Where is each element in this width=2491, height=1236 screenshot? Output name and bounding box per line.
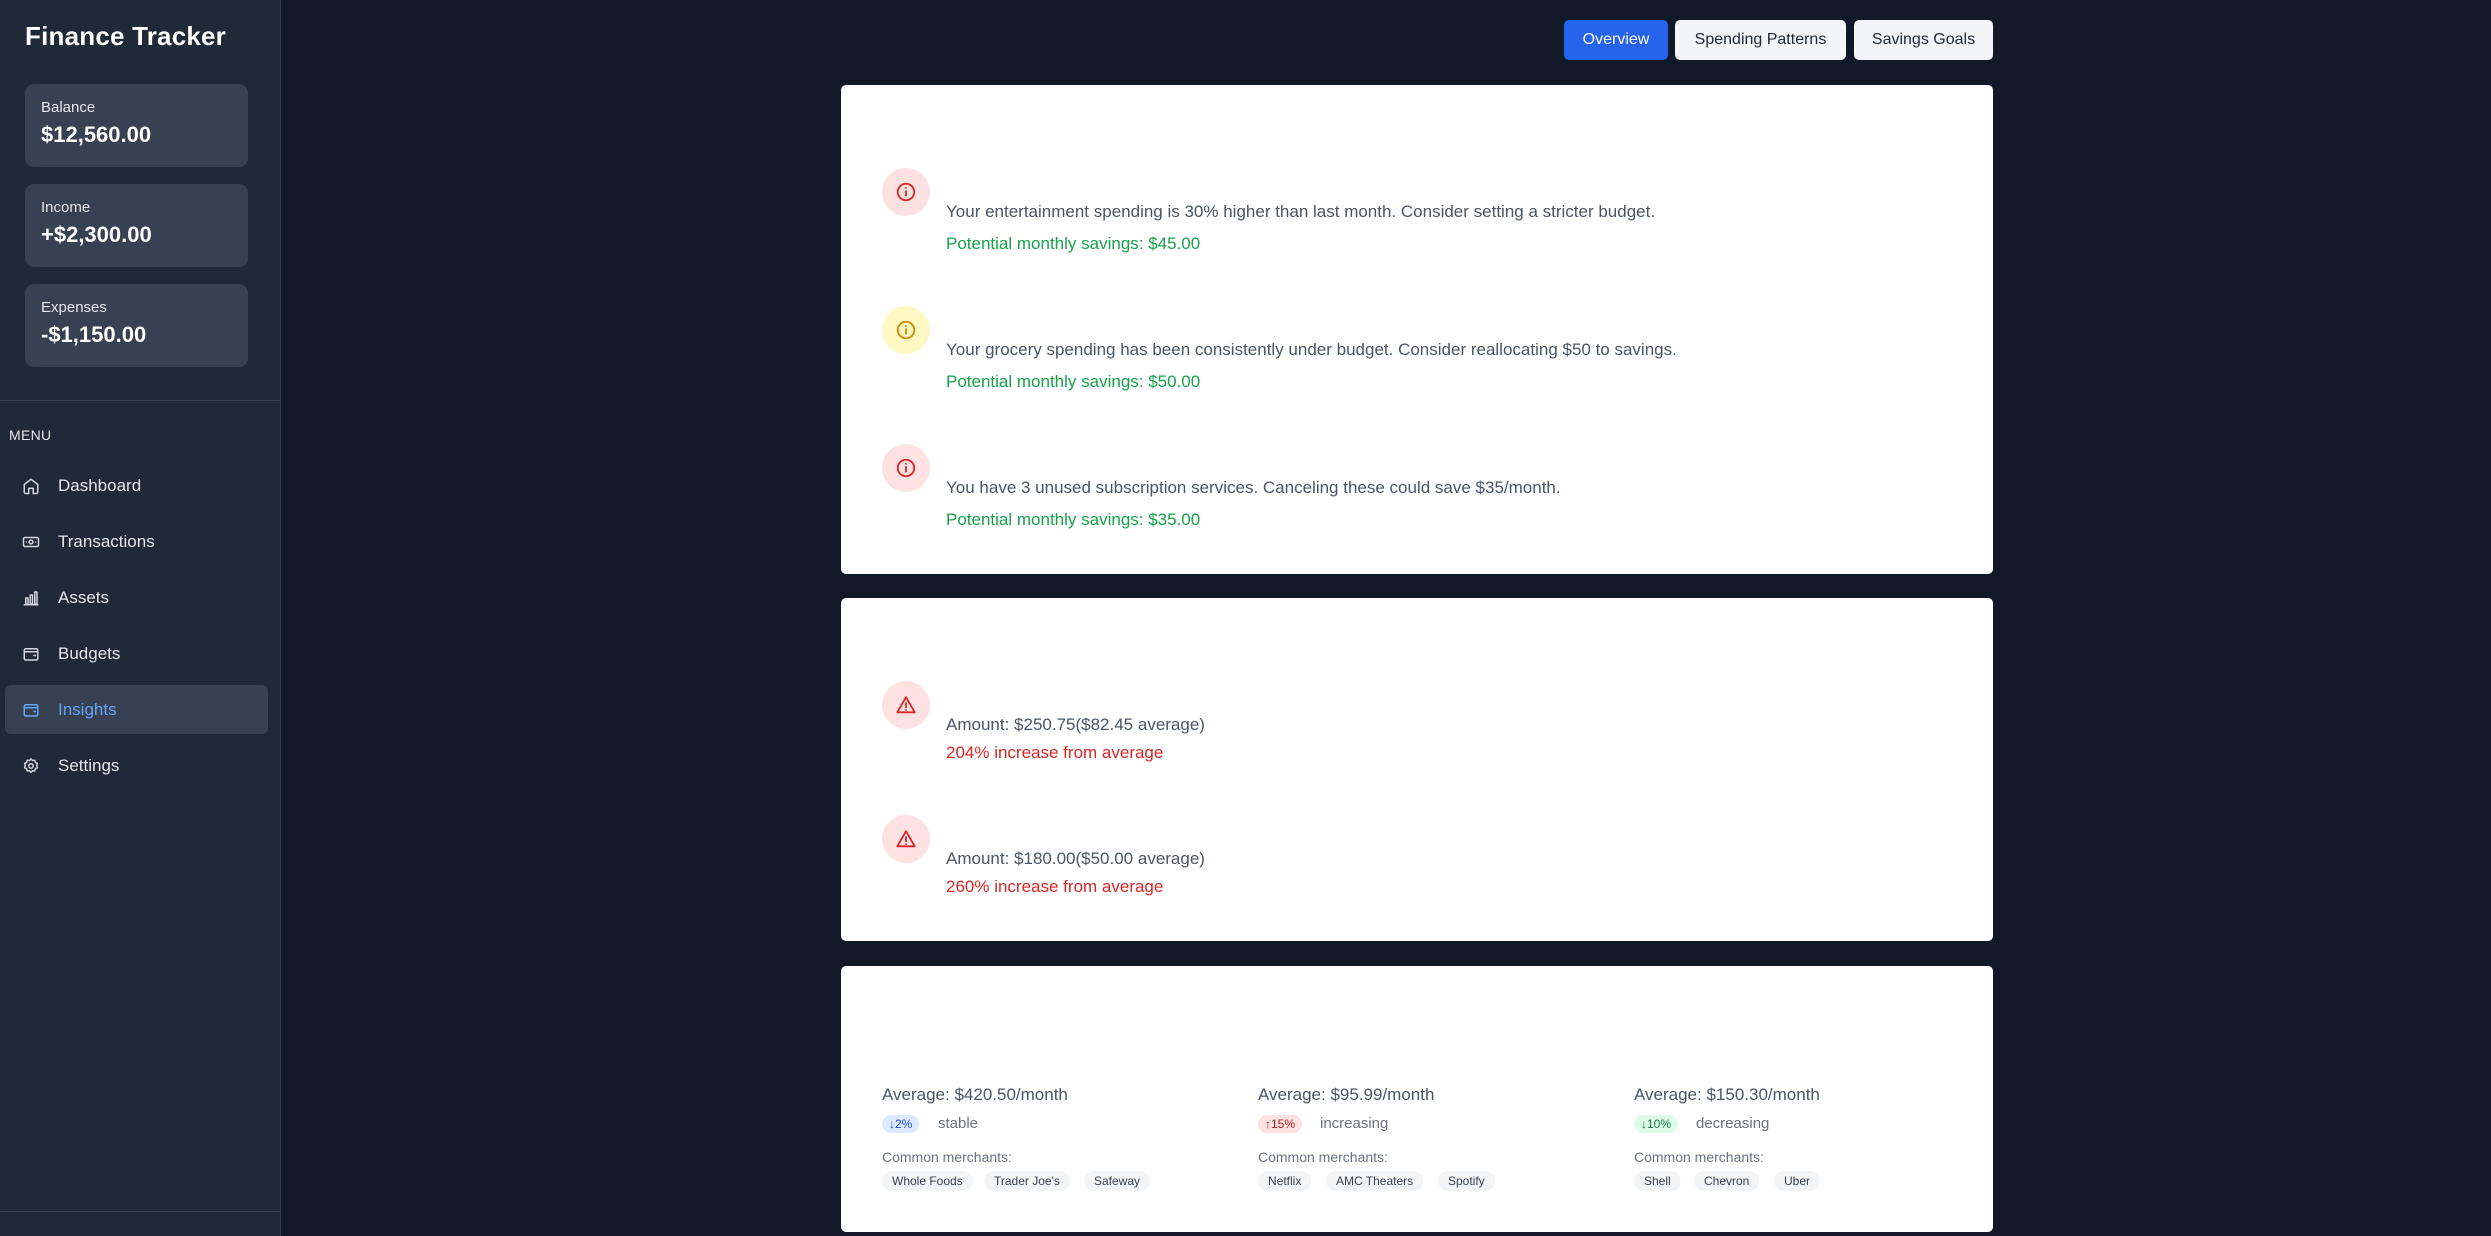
warning-triangle-icon bbox=[882, 681, 930, 729]
sidebar-item-label: Budgets bbox=[58, 643, 121, 663]
trend-badge: ↓10% bbox=[1634, 1115, 1679, 1133]
merchant-tag: Safeway bbox=[1084, 1171, 1151, 1191]
sidebar-item-budgets[interactable]: Budgets bbox=[5, 629, 268, 678]
info-circle-icon bbox=[882, 306, 930, 354]
warning-triangle-icon bbox=[882, 815, 930, 863]
merchants-label: Common merchants: bbox=[882, 1149, 1012, 1165]
income-card: Income +$2,300.00 bbox=[25, 184, 248, 267]
merchant-tag: Netflix bbox=[1258, 1171, 1312, 1191]
merchant-tag: Spotify bbox=[1438, 1171, 1495, 1191]
income-label: Income bbox=[41, 199, 91, 216]
merchant-tag: Whole Foods bbox=[882, 1171, 973, 1191]
spending-patterns-card: Average: $420.50/month ↓2% stable Common… bbox=[841, 966, 1993, 1232]
tab-spending-patterns[interactable]: Spending Patterns bbox=[1675, 20, 1846, 60]
merchants-label: Common merchants: bbox=[1258, 1149, 1388, 1165]
sidebar: Finance Tracker Balance $12,560.00 Incom… bbox=[0, 0, 281, 1236]
menu-heading: MENU bbox=[9, 427, 52, 443]
bar-chart-icon bbox=[22, 589, 40, 607]
expenses-card: Expenses -$1,150.00 bbox=[25, 284, 248, 367]
wallet-icon bbox=[22, 645, 40, 663]
sidebar-item-label: Dashboard bbox=[58, 475, 142, 495]
pattern-average: Average: $420.50/month bbox=[882, 1085, 1068, 1104]
recommendation-text: Your grocery spending has been consisten… bbox=[946, 340, 1677, 359]
anomaly-increase: 260% increase from average bbox=[946, 877, 1164, 896]
alert-circle-icon bbox=[882, 168, 930, 216]
trend-label: stable bbox=[938, 1115, 979, 1132]
recommendation-text: You have 3 unused subscription services.… bbox=[946, 478, 1561, 497]
expenses-label: Expenses bbox=[41, 299, 107, 316]
sidebar-footer-divider bbox=[0, 1211, 281, 1212]
pattern-average: Average: $150.30/month bbox=[1634, 1085, 1820, 1104]
app-title: Finance Tracker bbox=[25, 21, 226, 51]
alert-circle-icon bbox=[882, 444, 930, 492]
home-icon bbox=[22, 477, 40, 495]
anomaly-amount: Amount: $180.00($50.00 average) bbox=[946, 849, 1205, 868]
recommendation-savings: Potential monthly savings: $50.00 bbox=[946, 372, 1201, 391]
recommendation-text: Your entertainment spending is 30% highe… bbox=[946, 202, 1656, 221]
trend-badge: ↓2% bbox=[882, 1115, 920, 1133]
income-value: +$2,300.00 bbox=[41, 222, 152, 247]
sidebar-item-label: Insights bbox=[58, 699, 117, 719]
anomaly-increase: 204% increase from average bbox=[946, 743, 1164, 762]
wallet-icon bbox=[22, 701, 40, 719]
merchants-label: Common merchants: bbox=[1634, 1149, 1764, 1165]
trend-label: decreasing bbox=[1696, 1115, 1770, 1132]
recommendations-card: Your entertainment spending is 30% highe… bbox=[841, 85, 1993, 574]
sidebar-item-label: Assets bbox=[58, 587, 110, 607]
balance-card: Balance $12,560.00 bbox=[25, 84, 248, 167]
merchant-tag: AMC Theaters bbox=[1326, 1171, 1424, 1191]
sidebar-item-label: Transactions bbox=[58, 531, 155, 551]
sidebar-item-transactions[interactable]: Transactions bbox=[5, 517, 268, 566]
sidebar-item-settings[interactable]: Settings bbox=[5, 741, 268, 790]
merchant-tag: Uber bbox=[1774, 1171, 1821, 1191]
sidebar-item-insights[interactable]: Insights bbox=[5, 685, 268, 734]
gear-icon bbox=[22, 757, 40, 775]
balance-value: $12,560.00 bbox=[41, 122, 152, 147]
anomalies-card: Amount: $250.75($82.45 average) 204% inc… bbox=[841, 598, 1993, 941]
sidebar-item-assets[interactable]: Assets bbox=[5, 573, 268, 622]
merchant-tag: Chevron bbox=[1694, 1171, 1760, 1191]
tab-overview[interactable]: Overview bbox=[1564, 20, 1668, 60]
pattern-average: Average: $95.99/month bbox=[1258, 1085, 1435, 1104]
sidebar-item-dashboard[interactable]: Dashboard bbox=[5, 461, 268, 510]
tab-savings-goals[interactable]: Savings Goals bbox=[1854, 20, 1993, 60]
banknote-icon bbox=[22, 533, 40, 551]
recommendation-savings: Potential monthly savings: $45.00 bbox=[946, 234, 1201, 253]
merchant-tag: Trader Joe's bbox=[984, 1171, 1070, 1191]
expenses-value: -$1,150.00 bbox=[41, 322, 147, 347]
sidebar-divider bbox=[0, 400, 281, 401]
trend-label: increasing bbox=[1320, 1115, 1389, 1132]
sidebar-item-label: Settings bbox=[58, 755, 120, 775]
merchant-tag: Shell bbox=[1634, 1171, 1681, 1191]
anomaly-amount: Amount: $250.75($82.45 average) bbox=[946, 715, 1205, 734]
recommendation-savings: Potential monthly savings: $35.00 bbox=[946, 510, 1201, 529]
trend-badge: ↑15% bbox=[1258, 1115, 1303, 1133]
balance-label: Balance bbox=[41, 99, 96, 116]
